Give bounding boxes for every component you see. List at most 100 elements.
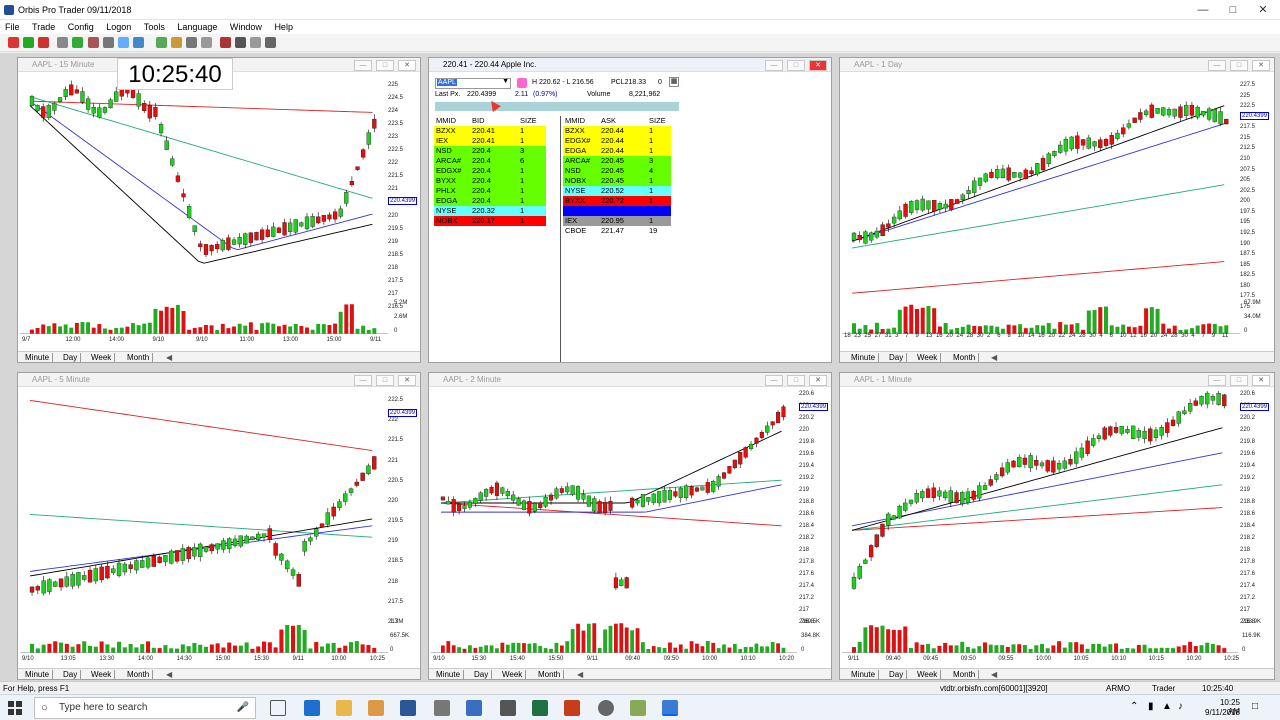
level2-minimize-button[interactable]: —	[765, 60, 783, 71]
scroll-left-icon[interactable]: ◀	[988, 670, 1000, 679]
panel-restore-button[interactable]: □	[1230, 60, 1248, 71]
chrome-icon[interactable]	[368, 700, 384, 716]
level2-restore-button[interactable]: □	[787, 60, 805, 71]
price-chart[interactable]	[842, 74, 1240, 300]
tab-minute[interactable]: Minute	[22, 670, 54, 679]
task-view-icon[interactable]	[270, 700, 286, 716]
dollar-icon[interactable]	[23, 37, 34, 48]
menu-window[interactable]: Window	[225, 20, 267, 32]
excel-icon[interactable]	[532, 700, 548, 716]
book-row[interactable]: ARCA# 220.4 6	[434, 156, 546, 166]
panel-minimize-button[interactable]: —	[1208, 60, 1226, 71]
taskbar-search-input[interactable]: ○ Type here to search 🎤	[34, 697, 256, 719]
menu-language[interactable]: Language	[172, 20, 222, 32]
column-header[interactable]: BID	[472, 116, 485, 126]
panel-restore-button[interactable]: □	[376, 375, 394, 386]
settings-icon[interactable]: ▦	[669, 77, 679, 87]
maximize-button[interactable]: □	[1218, 2, 1248, 18]
panel-restore-button[interactable]: □	[376, 60, 394, 71]
book-row[interactable]: NSD 220.45 4	[563, 166, 671, 176]
price-chart[interactable]	[20, 389, 388, 617]
level2-close-button[interactable]: ✕	[809, 60, 827, 71]
panel-titlebar[interactable]: AAPL - 1 Day — □ ✕	[840, 58, 1274, 72]
tab-day[interactable]: Day	[886, 353, 908, 362]
book-row[interactable]: BZXX 220.41 1	[434, 126, 546, 136]
book-row[interactable]: NYSE 220.52 1	[563, 186, 671, 196]
book-row[interactable]: EDGX# 220.4 1	[434, 166, 546, 176]
mail-icon[interactable]	[201, 37, 212, 48]
menu-tools[interactable]: Tools	[139, 20, 170, 32]
tab-week[interactable]: Week	[914, 353, 942, 362]
scroll-left-icon[interactable]: ◀	[574, 670, 586, 679]
book-row[interactable]: EDGA 220.4 1	[434, 196, 546, 206]
panel-titlebar[interactable]: AAPL - 1 Minute — □ ✕	[840, 373, 1274, 387]
scroll-left-icon[interactable]: ◀	[163, 353, 175, 362]
panel-titlebar[interactable]: AAPL - 2 Minute — □ ✕	[429, 373, 831, 387]
app-icon[interactable]	[434, 700, 450, 716]
refresh-icon[interactable]	[38, 37, 49, 48]
tab-month[interactable]: Month	[124, 353, 154, 362]
book-row[interactable]: CBOE 221.47 19	[563, 226, 671, 236]
book-row[interactable]: EDGA 220.44 1	[563, 146, 671, 156]
book-row[interactable]: IEX 220.95 1	[563, 216, 671, 226]
windows-start-icon[interactable]	[8, 701, 22, 715]
powerpoint-icon[interactable]	[564, 700, 580, 716]
news-icon[interactable]	[186, 37, 197, 48]
chart-icon[interactable]	[72, 37, 83, 48]
panel-minimize-button[interactable]: —	[1208, 375, 1226, 386]
tab-minute[interactable]: Minute	[848, 353, 880, 362]
store-icon[interactable]	[400, 700, 416, 716]
tab-month[interactable]: Month	[950, 670, 980, 679]
level2-titlebar[interactable]: 220.41 - 220.44 Apple Inc. — □ ✕	[429, 58, 831, 72]
file-explorer-icon[interactable]	[336, 700, 352, 716]
menu-trade[interactable]: Trade	[27, 20, 60, 32]
book-row[interactable]: IEX 220.41 1	[434, 136, 546, 146]
book-row[interactable]	[563, 206, 671, 216]
link-icon[interactable]	[103, 37, 114, 48]
panel-minimize-button[interactable]: —	[765, 375, 783, 386]
globe-icon[interactable]	[250, 37, 261, 48]
list-icon[interactable]	[133, 37, 144, 48]
tab-day[interactable]: Day	[471, 670, 493, 679]
close-button[interactable]: ✕	[1248, 2, 1278, 18]
app-icon[interactable]	[500, 700, 516, 716]
panel-minimize-button[interactable]: —	[354, 375, 372, 386]
app-icon[interactable]	[630, 700, 646, 716]
book-row[interactable]: NOBX 220.17 1	[434, 216, 546, 226]
tab-minute[interactable]: Minute	[848, 670, 880, 679]
scroll-left-icon[interactable]: ◀	[988, 353, 1000, 362]
menu-logon[interactable]: Logon	[101, 20, 136, 32]
quote-icon[interactable]	[156, 37, 167, 48]
sell-icon[interactable]	[8, 37, 19, 48]
percent-icon[interactable]	[88, 37, 99, 48]
notifications-icon[interactable]: □	[1252, 701, 1258, 712]
battery-icon[interactable]: ▮	[1148, 701, 1154, 712]
tab-week[interactable]: Week	[914, 670, 942, 679]
tab-minute[interactable]: Minute	[433, 670, 465, 679]
orbis-trader-icon[interactable]	[662, 700, 678, 716]
price-chart[interactable]	[842, 389, 1238, 617]
panel-close-button[interactable]: ✕	[1252, 375, 1270, 386]
tab-day[interactable]: Day	[886, 670, 908, 679]
book-row[interactable]: BZXX 220.44 1	[563, 126, 671, 136]
panel-close-button[interactable]: ✕	[398, 60, 416, 71]
column-header[interactable]: MMID	[565, 116, 585, 126]
price-chart[interactable]	[20, 74, 388, 300]
app-icon[interactable]	[466, 700, 482, 716]
microphone-icon[interactable]: 🎤	[237, 698, 249, 718]
menu-help[interactable]: Help	[269, 20, 298, 32]
scroll-left-icon[interactable]: ◀	[163, 670, 175, 679]
settings-icon[interactable]	[235, 37, 246, 48]
panel-minimize-button[interactable]: —	[354, 60, 372, 71]
symbol-input[interactable]: AAPL ▼	[435, 78, 511, 89]
book-row[interactable]: EDGX# 220.44 1	[563, 136, 671, 146]
network-icon[interactable]: ▲	[1162, 701, 1172, 712]
chevron-down-icon[interactable]: ▼	[502, 78, 509, 85]
edge-browser-icon[interactable]	[304, 700, 320, 716]
volume-icon[interactable]: ♪	[1178, 701, 1183, 712]
column-header[interactable]: SIZE	[649, 116, 666, 126]
book-row[interactable]: BYXX 220.72 1	[563, 196, 671, 206]
search-icon[interactable]	[118, 37, 129, 48]
panel-close-button[interactable]: ✕	[398, 375, 416, 386]
column-header[interactable]: MMID	[436, 116, 456, 126]
